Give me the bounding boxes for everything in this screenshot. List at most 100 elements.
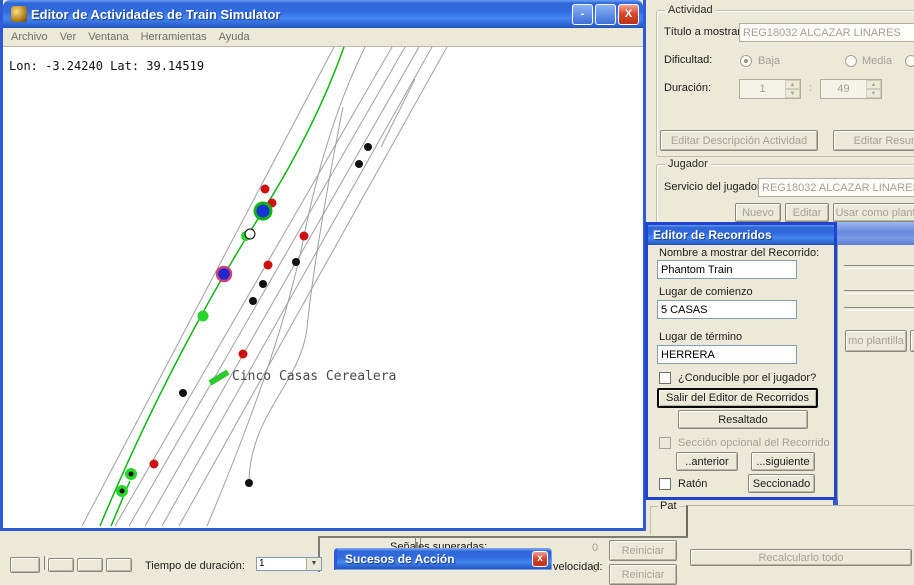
waypoint-blue-green-ring[interactable]: [255, 203, 271, 219]
menu-bar: Archivo Ver Ventana Herramientas Ayuda: [3, 28, 643, 47]
track-node-black[interactable]: [364, 143, 372, 151]
track-node-green-center[interactable]: [129, 472, 134, 477]
track-map[interactable]: [3, 47, 643, 528]
track-line[interactable]: [145, 47, 419, 526]
delete-partial-button[interactable]: Bo: [910, 330, 914, 352]
player-group-label: Jugador: [665, 158, 711, 170]
use-as-template-button[interactable]: Usar como plant: [833, 203, 914, 222]
signals-row1-value: 0: [592, 542, 598, 554]
track-node-green[interactable]: [198, 311, 209, 322]
radio-difficulty-3[interactable]: [905, 55, 914, 67]
time-combo-value: 1: [257, 558, 306, 570]
spin-up-icon[interactable]: ▲: [785, 80, 800, 89]
track-line[interactable]: [210, 372, 228, 383]
map-coords-label: Lon: -3.24240 Lat: 39.14519: [9, 59, 204, 73]
menu-ayuda[interactable]: Ayuda: [219, 31, 250, 43]
track-line[interactable]: [129, 47, 405, 526]
track-node-red[interactable]: [261, 185, 270, 194]
map-area[interactable]: Lon: -3.24240 Lat: 39.14519 Cinco Casas …: [3, 47, 643, 528]
track-line[interactable]: [162, 47, 432, 526]
track-node-black[interactable]: [249, 297, 257, 305]
time-combo[interactable]: 1 ▼: [256, 557, 322, 571]
menu-ver[interactable]: Ver: [60, 31, 77, 43]
radio-difficulty-baja-label: Baja: [758, 55, 780, 67]
chevron-down-icon[interactable]: ▼: [306, 558, 321, 570]
desktop: { "main_window": { "title": "Editor de A…: [0, 0, 914, 570]
action-events-close-button[interactable]: x: [532, 551, 548, 567]
track-node-red[interactable]: [150, 460, 159, 469]
use-as-template-partial-button[interactable]: mo plantilla: [845, 330, 907, 352]
track-line[interactable]: [100, 47, 344, 526]
route-end-label: Lugar de término: [659, 331, 742, 343]
duration-hours-value: 1: [740, 80, 785, 98]
radio-difficulty-baja[interactable]: [740, 55, 752, 67]
track-node-red[interactable]: [239, 350, 248, 359]
drivable-checkbox-label: ¿Conducible por el jugador?: [678, 372, 816, 384]
previous-button[interactable]: ..anterior: [676, 452, 738, 471]
spin-up-icon[interactable]: ▲: [866, 80, 881, 89]
waypoint-blue-magenta-ring[interactable]: [217, 267, 231, 281]
duration-hours-spinner[interactable]: 1 ▲▼: [739, 79, 801, 99]
background-window-separator: [844, 307, 914, 311]
drivable-checkbox[interactable]: [659, 372, 671, 384]
track-node-red[interactable]: [264, 261, 273, 270]
background-window-separator: [844, 265, 914, 269]
optional-section-checkbox[interactable]: [659, 437, 671, 449]
main-window-title: Editor de Actividades de Train Simulator: [31, 7, 280, 22]
clock-marker[interactable]: [245, 229, 255, 239]
route-name-input[interactable]: [657, 260, 797, 279]
track-node-black[interactable]: [179, 389, 187, 397]
player-service-input[interactable]: [758, 178, 914, 197]
signals-row2-reset-button[interactable]: Reiniciar: [609, 564, 677, 585]
signals-row1-reset-button[interactable]: Reiniciar: [609, 540, 677, 561]
menu-archivo[interactable]: Archivo: [11, 31, 48, 43]
track-node-black[interactable]: [245, 479, 253, 487]
track-line[interactable]: [179, 47, 447, 526]
sectioned-button[interactable]: Seccionado: [748, 474, 815, 493]
spin-down-icon[interactable]: ▼: [785, 89, 800, 98]
track-node-green-center[interactable]: [120, 489, 125, 494]
time-duration-label: Tiempo de duración:: [145, 560, 245, 572]
route-start-label: Lugar de comienzo: [659, 286, 753, 298]
toolbar-button-1[interactable]: [10, 557, 40, 573]
route-start-input[interactable]: [657, 300, 797, 319]
duration-minutes-spinner[interactable]: 49 ▲▼: [820, 79, 882, 99]
minimize-button[interactable]: -: [572, 4, 593, 25]
background-window-separator: [844, 290, 914, 294]
activity-group-label: Actividad: [665, 4, 716, 16]
action-events-title: Sucesos de Acción: [345, 552, 455, 566]
menu-ventana[interactable]: Ventana: [88, 31, 128, 43]
route-end-input[interactable]: [657, 345, 797, 364]
radio-difficulty-media[interactable]: [845, 55, 857, 67]
activity-title-input[interactable]: [739, 23, 914, 42]
highlight-button[interactable]: Resaltado: [678, 410, 808, 429]
track-node-black[interactable]: [355, 160, 363, 168]
new-service-button[interactable]: Nuevo: [735, 203, 781, 222]
track-line[interactable]: [82, 47, 334, 526]
mouse-checkbox[interactable]: [659, 478, 671, 490]
background-window-titlebar: [837, 222, 914, 245]
track-line[interactable]: [207, 47, 365, 526]
track-line[interactable]: [115, 47, 392, 526]
track-node-red[interactable]: [300, 232, 309, 241]
pat-group-label: Pat: [658, 500, 679, 512]
exit-route-editor-button[interactable]: Salir del Editor de Recorridos: [657, 388, 818, 408]
track-node-black[interactable]: [292, 258, 300, 266]
close-button[interactable]: X: [618, 4, 639, 25]
signals-row2-value: 0: [592, 563, 598, 575]
recalculate-all-button[interactable]: Recalcularlo todo: [690, 549, 912, 566]
radio-dot: [744, 59, 748, 63]
edit-summary-button[interactable]: Editar Resumen: [833, 130, 914, 151]
spin-down-icon[interactable]: ▼: [866, 89, 881, 98]
action-events-window: Sucesos de Acción x: [334, 548, 552, 570]
edit-service-button[interactable]: Editar: [785, 203, 829, 222]
mouse-checkbox-label: Ratón: [678, 478, 707, 490]
edit-description-button[interactable]: Editar Descripción Actividad: [660, 130, 818, 151]
duration-separator: :: [809, 82, 812, 94]
maximize-button[interactable]: [595, 4, 616, 25]
duration-minutes-value: 49: [821, 80, 866, 98]
menu-herramientas[interactable]: Herramientas: [141, 31, 207, 43]
radio-difficulty-media-label: Media: [862, 55, 892, 67]
track-node-black[interactable]: [259, 280, 267, 288]
next-button[interactable]: ...siguiente: [751, 452, 815, 471]
